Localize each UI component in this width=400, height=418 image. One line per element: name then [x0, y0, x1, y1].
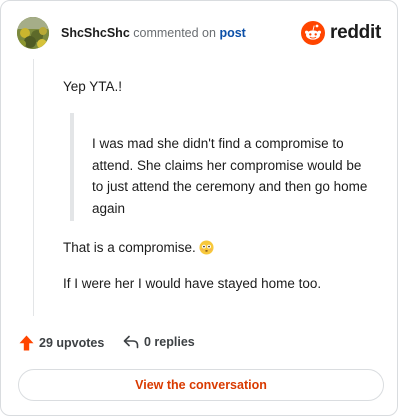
- replies-button[interactable]: 0 replies: [123, 335, 195, 349]
- flushed-face-emoji-icon: [199, 240, 214, 255]
- commented-on-text: commented on: [133, 26, 216, 40]
- upvote-count: 29 upvotes: [39, 336, 105, 350]
- view-conversation-button[interactable]: View the conversation: [18, 369, 384, 401]
- avatar-image: [17, 17, 49, 49]
- comment-text-3: If I were her I would have stayed home t…: [63, 276, 322, 291]
- comment-header: ShcShcShc commented on post reddit: [17, 15, 381, 51]
- comment-text-1: Yep YTA.!: [63, 79, 123, 94]
- avatar[interactable]: [17, 17, 49, 49]
- quoted-text: I was mad she didn't find a compromise t…: [92, 136, 368, 216]
- reddit-wordmark: reddit: [330, 22, 381, 43]
- reddit-logo[interactable]: reddit: [301, 20, 381, 46]
- username-link[interactable]: ShcShcShc: [61, 26, 130, 40]
- comment-card: ShcShcShc commented on post reddit Yep Y…: [0, 0, 398, 416]
- reddit-snoo-icon: [301, 21, 326, 45]
- comment-text-2: That is a compromise.: [63, 237, 214, 258]
- comment-meta: ShcShcShc commented on post: [61, 26, 246, 40]
- reply-arrow-icon: [123, 335, 139, 349]
- comment-text-2-label: That is a compromise.: [63, 240, 196, 255]
- post-link[interactable]: post: [219, 26, 245, 40]
- thread-line: [33, 59, 34, 316]
- upvote-arrow-icon: [19, 335, 34, 351]
- replies-count: 0 replies: [144, 335, 195, 349]
- quote-bar: [70, 113, 74, 221]
- upvote-button[interactable]: 29 upvotes: [19, 335, 104, 351]
